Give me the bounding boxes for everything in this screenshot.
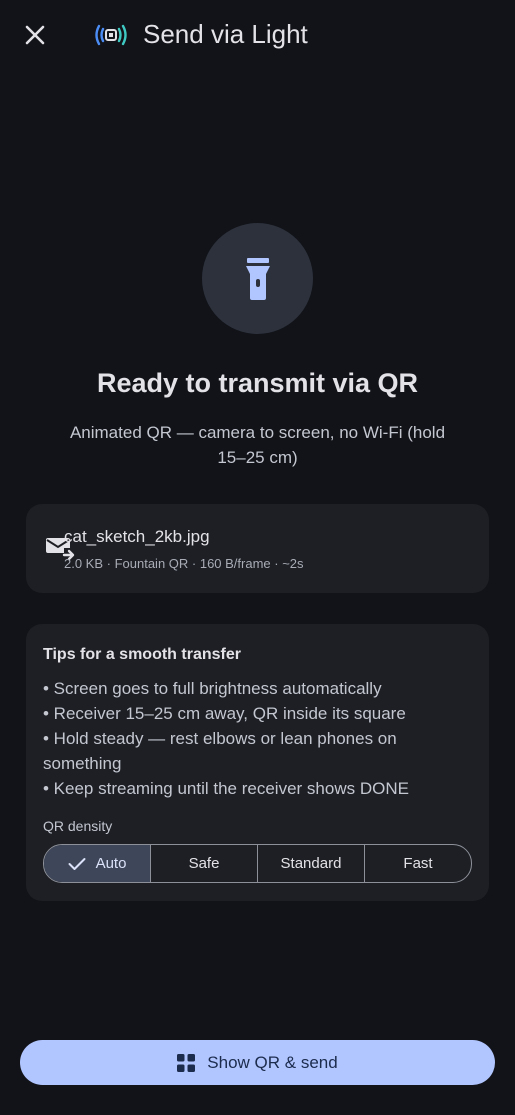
send-button-label: Show QR & send	[207, 1052, 338, 1072]
tip-item: • Keep streaming until the receiver show…	[43, 779, 409, 798]
top-app-bar: Send via Light	[0, 0, 515, 70]
file-name: cat_sketch_2kb.jpg	[64, 527, 210, 546]
hero-icon-circle	[202, 223, 313, 334]
page-title: Send via Light	[143, 19, 308, 49]
density-option-standard[interactable]: Standard	[257, 845, 364, 882]
density-option-fast[interactable]: Fast	[364, 845, 471, 882]
check-icon	[68, 857, 86, 870]
density-segmented-control: Auto Safe Standard Fast	[43, 844, 472, 883]
show-qr-send-button[interactable]: Show QR & send	[20, 1040, 495, 1085]
send-via-light-screen: Send via Light Ready to transmit via QR …	[0, 0, 515, 1115]
file-meta: 2.0 KB · Fountain QR · 160 B/frame · ~2s	[64, 556, 304, 571]
tips-title: Tips for a smooth transfer	[43, 646, 241, 663]
density-option-label: Auto	[95, 855, 127, 872]
tip-item: • Hold steady — rest elbows or lean phon…	[43, 729, 397, 773]
tip-item: • Receiver 15–25 cm away, QR inside its …	[43, 704, 406, 723]
close-icon	[25, 25, 45, 45]
tips-list: • Screen goes to full brightness automat…	[43, 676, 463, 801]
close-button[interactable]	[14, 14, 56, 56]
density-option-auto[interactable]: Auto	[44, 845, 150, 882]
density-label: QR density	[43, 818, 113, 834]
flashlight-icon	[245, 257, 270, 300]
tip-item: • Screen goes to full brightness automat…	[43, 679, 382, 698]
file-card	[26, 504, 489, 593]
density-option-label: Safe	[188, 855, 220, 872]
density-option-label: Fast	[403, 855, 433, 872]
status-description: Animated QR — camera to screen, no Wi-Fi…	[69, 423, 446, 467]
density-option-safe[interactable]: Safe	[150, 845, 257, 882]
density-option-label: Standard	[280, 855, 342, 872]
status-headline: Ready to transmit via QR	[96, 368, 419, 398]
light-broadcast-icon	[95, 24, 127, 46]
tips-card: Tips for a smooth transfer • Screen goes…	[26, 624, 489, 901]
grid-icon	[177, 1053, 196, 1072]
